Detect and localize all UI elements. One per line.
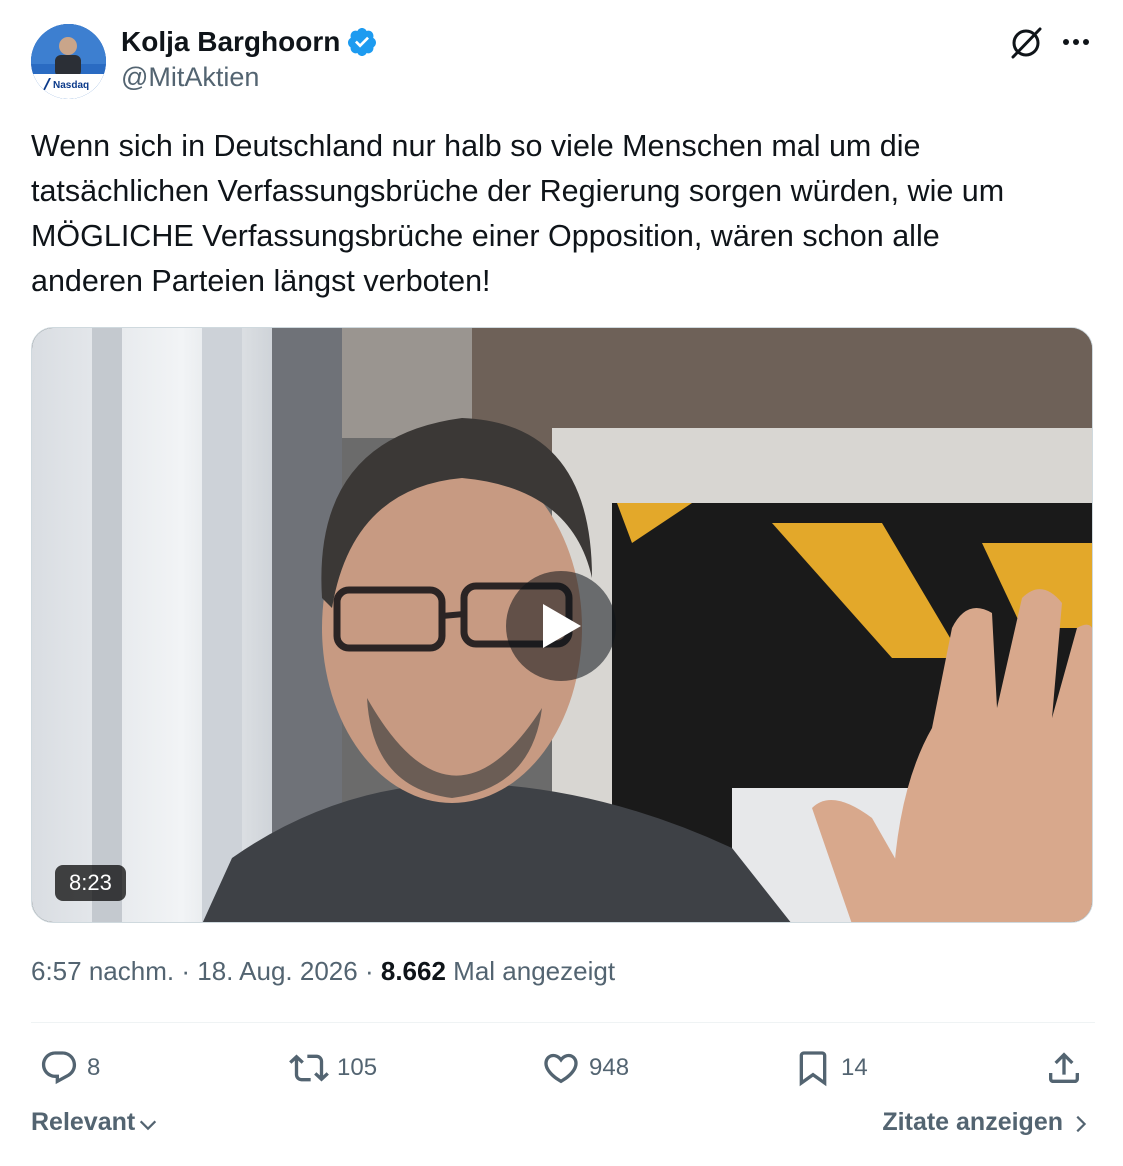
avatar-badge-text: Nasdaq xyxy=(53,80,89,91)
like-button[interactable]: 948 xyxy=(541,1046,629,1090)
tweet-text-line: MÖGLICHE Verfassungsbrüche einer Opposit… xyxy=(31,219,940,253)
avatar-image: Nasdaq xyxy=(31,24,106,99)
repost-count: 105 xyxy=(337,1054,378,1081)
author-handle[interactable]: @MitAktien xyxy=(121,62,259,93)
divider xyxy=(31,1022,1095,1023)
tweet-meta: 6:57 nachm. · 18. Aug. 2026 · 8.662 Mal … xyxy=(31,956,615,987)
repost-button[interactable]: 105 xyxy=(289,1046,377,1090)
tweet-text-line: tatsächlichen Verfassungsbrüche der Regi… xyxy=(31,174,1005,208)
bookmark-button[interactable]: 14 xyxy=(793,1046,868,1090)
view-count-label: Mal angezeigt xyxy=(453,956,616,986)
reply-button[interactable]: 8 xyxy=(39,1046,100,1090)
video-player[interactable]: 8:23 xyxy=(31,327,1093,923)
sort-replies-dropdown[interactable]: Relevant xyxy=(31,1108,159,1137)
view-count: 8.662 xyxy=(380,956,446,986)
reply-count: 8 xyxy=(87,1054,101,1081)
tweet-date[interactable]: 18. Aug. 2026 xyxy=(197,956,357,986)
tweet-text: Wenn sich in Deutschland nur halb so vie… xyxy=(31,124,1096,304)
more-options-icon[interactable] xyxy=(1057,28,1095,56)
heart-icon xyxy=(544,1053,578,1084)
chevron-right-icon xyxy=(1076,1115,1087,1132)
tweet-text-line: Wenn sich in Deutschland nur halb so vie… xyxy=(31,129,921,163)
play-button[interactable] xyxy=(506,571,616,681)
tweet-text-line: anderen Parteien längst verboten! xyxy=(31,264,491,298)
video-duration-badge: 8:23 xyxy=(55,865,126,901)
share-icon xyxy=(1049,1052,1079,1083)
repost-icon xyxy=(289,1054,329,1082)
meta-separator: · xyxy=(181,956,190,986)
meta-separator: · xyxy=(364,956,374,986)
verified-badge-icon xyxy=(348,28,377,56)
author-name[interactable]: Kolja Barghoorn xyxy=(121,26,340,58)
author-avatar[interactable]: Nasdaq xyxy=(31,24,106,99)
author-name-row[interactable]: Kolja Barghoorn xyxy=(121,24,378,60)
play-icon xyxy=(543,604,581,648)
grok-icon[interactable] xyxy=(1007,24,1045,62)
tweet-time[interactable]: 6:57 nachm. xyxy=(31,956,174,986)
bookmark-icon xyxy=(799,1051,827,1087)
chevron-down-icon xyxy=(140,1120,157,1130)
share-button[interactable] xyxy=(1044,1046,1084,1090)
reply-icon xyxy=(41,1051,77,1085)
quotes-label: Zitate anzeigen xyxy=(882,1108,1063,1136)
sort-label: Relevant xyxy=(31,1108,136,1136)
view-quotes-link[interactable]: Zitate anzeigen xyxy=(882,1108,1091,1137)
like-count: 948 xyxy=(589,1054,630,1081)
bookmark-count: 14 xyxy=(841,1054,868,1081)
